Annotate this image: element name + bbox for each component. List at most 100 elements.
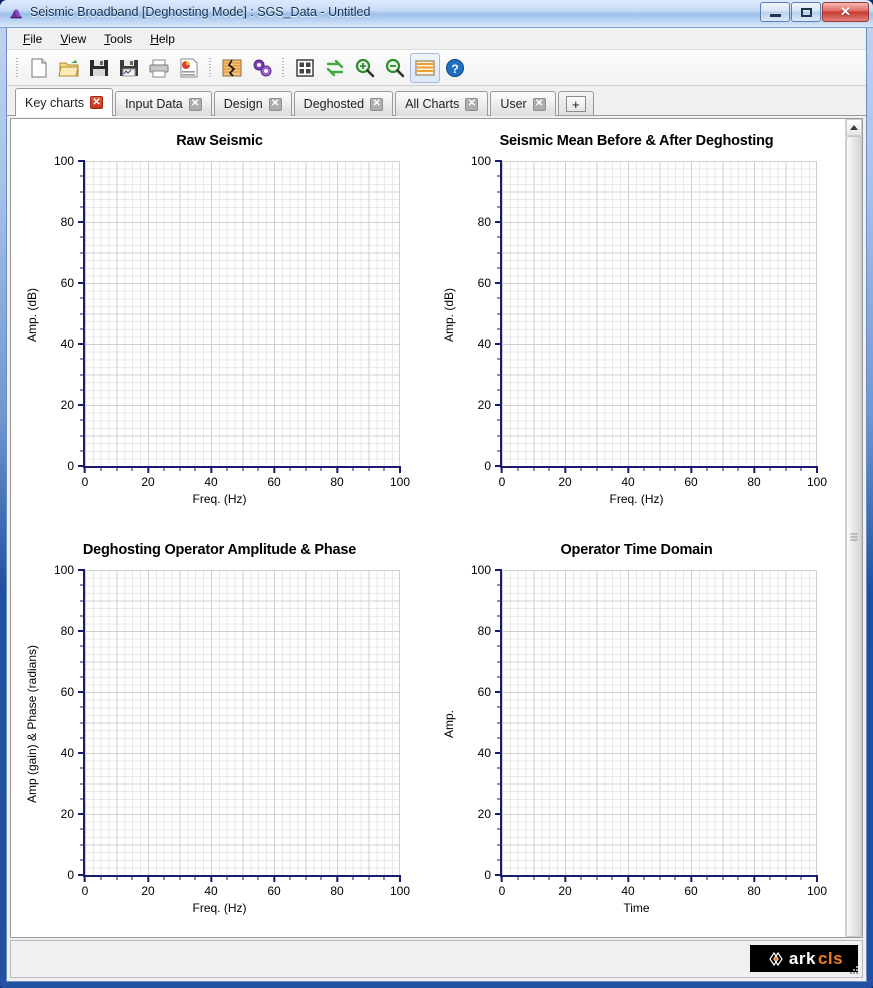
- y-axis-minor-tick: [497, 645, 502, 647]
- help-button[interactable]: ?: [440, 53, 470, 83]
- x-axis-label: Time: [623, 901, 650, 915]
- x-axis-minor-tick: [674, 875, 676, 880]
- chart-cell-2[interactable]: Seismic Mean Before & After Deghosting 0 2…: [428, 119, 845, 528]
- toolbar-grip-1[interactable]: [14, 55, 21, 80]
- tab-all-charts[interactable]: All Charts ✕: [395, 91, 489, 116]
- add-tab-button[interactable]: +: [557, 91, 594, 116]
- tab-design-close-icon[interactable]: ✕: [268, 97, 282, 111]
- tab-input-data-label: Input Data: [125, 97, 183, 111]
- y-axis-minor-tick: [80, 661, 85, 662]
- print-button[interactable]: [144, 53, 174, 83]
- tab-design[interactable]: Design ✕: [213, 91, 292, 116]
- minimize-button[interactable]: [760, 2, 790, 22]
- plot-area[interactable]: 0 20 40 60 80 100 0 20 40 60 80 100: [54, 154, 410, 489]
- chart-cell-1[interactable]: Raw Seismic 0 20 40 60 80 100 0 20 40 60 80 100 Freq.…: [11, 119, 428, 528]
- close-button[interactable]: ✕: [822, 2, 869, 22]
- chart-display-button[interactable]: [410, 52, 440, 83]
- y-axis-tick-label: 60: [60, 685, 74, 699]
- y-axis-tick-label: 40: [60, 746, 74, 760]
- x-axis-tick-mark: [335, 875, 338, 882]
- tab-user[interactable]: User ✕: [490, 91, 556, 116]
- resize-grip-icon[interactable]: [848, 964, 860, 976]
- x-axis-tick-mark: [146, 466, 149, 473]
- zoom-in-button[interactable]: [350, 53, 380, 83]
- tab-input-data[interactable]: Input Data ✕: [115, 91, 212, 116]
- tab-input-data-close-icon[interactable]: ✕: [188, 97, 202, 111]
- title-bar: Seismic Broadband [Deghosting Mode] : SG…: [0, 0, 873, 28]
- charts-container: Raw Seismic 0 20 40 60 80 100 0 20 40 60 80 100 Freq.…: [11, 119, 845, 937]
- tab-deghosted-close-icon[interactable]: ✕: [370, 97, 384, 111]
- tab-deghosted-label: Deghosted: [303, 97, 365, 111]
- save-button[interactable]: [84, 53, 114, 83]
- menu-item-help[interactable]: Help: [142, 29, 185, 49]
- tab-key-charts-close-icon[interactable]: ✕: [90, 96, 104, 109]
- x-axis-label: Freq. (Hz): [609, 492, 664, 506]
- y-axis-minor-tick: [80, 313, 85, 314]
- menu-item-tools[interactable]: Tools: [96, 29, 142, 49]
- y-axis-tick: 80: [61, 215, 85, 229]
- toolbar-grip-3[interactable]: [280, 55, 287, 80]
- maximize-button[interactable]: [791, 2, 821, 22]
- open-folder-button[interactable]: [54, 53, 84, 83]
- x-axis-minor-tick: [368, 466, 369, 471]
- x-axis-tick-mark: [816, 466, 818, 473]
- y-axis-minor-tick: [497, 600, 502, 601]
- svg-text:?: ?: [451, 62, 458, 76]
- x-axis-tick: 0: [82, 466, 88, 489]
- tab-deghosted[interactable]: Deghosted ✕: [293, 91, 394, 116]
- y-axis-minor-tick: [80, 419, 85, 421]
- x-axis-minor-tick: [305, 466, 306, 471]
- plot-area[interactable]: 0 20 40 60 80 100 0 20 40 60 80 100: [471, 563, 827, 898]
- y-axis-minor-tick: [80, 737, 85, 739]
- scrollbar-thumb[interactable]: [846, 136, 862, 937]
- y-axis-tick: 80: [478, 215, 502, 229]
- y-axis-tick-mark: [495, 282, 502, 284]
- y-axis-minor-tick: [497, 676, 502, 678]
- plot-area[interactable]: 0 20 40 60 80 100 0 20 40 60 80 100: [471, 154, 827, 489]
- chart-cell-4[interactable]: Operator Time Domain 0 20 40 60 80 100 0 20 40 60 8…: [428, 528, 845, 937]
- x-axis-minor-tick: [533, 466, 534, 471]
- y-axis-minor-tick: [80, 706, 85, 708]
- x-axis-tick-mark: [335, 466, 338, 473]
- y-axis-minor-tick: [80, 358, 85, 360]
- tab-user-close-icon[interactable]: ✕: [532, 97, 546, 111]
- menu-bar: File View Tools Help: [7, 28, 866, 50]
- charts-panel: Raw Seismic 0 20 40 60 80 100 0 20 40 60 80 100 Freq.…: [10, 118, 863, 938]
- x-axis-minor-tick: [131, 466, 133, 471]
- menu-item-file[interactable]: File: [15, 29, 52, 49]
- y-axis-minor-tick: [497, 252, 502, 253]
- refresh-button[interactable]: [320, 53, 350, 83]
- toolbar-grip-2[interactable]: [207, 55, 214, 80]
- status-bar: ark cls: [10, 940, 863, 978]
- x-axis-minor-tick: [383, 875, 385, 880]
- x-axis-tick: 60: [267, 875, 281, 898]
- grid-layout-button[interactable]: [290, 53, 320, 83]
- menu-item-view[interactable]: View: [52, 29, 96, 49]
- x-axis-minor-tick: [674, 466, 676, 471]
- scrollbar-track[interactable]: [846, 136, 862, 937]
- logo-text-ark: ark: [788, 948, 816, 968]
- y-axis-minor-tick: [497, 828, 502, 830]
- y-axis-minor-tick: [80, 645, 85, 647]
- save-as-button[interactable]: [114, 53, 144, 83]
- plot-area[interactable]: 0 20 40 60 80 100 0 20 40 60 80 100: [54, 563, 410, 898]
- y-axis-tick-label: 100: [53, 154, 74, 168]
- scroll-up-arrow[interactable]: [846, 119, 862, 136]
- chart-cell-3[interactable]: Deghosting Operator Amplitude & Phase 0 20…: [11, 528, 428, 937]
- report-button[interactable]: [174, 53, 204, 83]
- vertical-scrollbar[interactable]: [845, 119, 862, 937]
- x-axis-minor-tick: [596, 466, 597, 471]
- x-axis-minor-tick: [580, 875, 582, 880]
- seismic-trace-button[interactable]: [217, 53, 247, 83]
- tab-key-charts[interactable]: Key charts ✕: [15, 88, 114, 117]
- x-axis-tick-mark: [84, 875, 86, 882]
- tab-all-charts-close-icon[interactable]: ✕: [465, 97, 479, 111]
- x-axis-tick-label: 40: [204, 475, 218, 489]
- y-axis-tick-label: 80: [60, 624, 74, 638]
- y-axis-minor-tick: [497, 783, 502, 784]
- zoom-out-button[interactable]: [380, 53, 410, 83]
- new-document-button[interactable]: [24, 53, 54, 83]
- y-axis-minor-tick: [80, 798, 85, 800]
- x-axis-tick-label: 60: [684, 475, 698, 489]
- process-settings-button[interactable]: [247, 53, 277, 83]
